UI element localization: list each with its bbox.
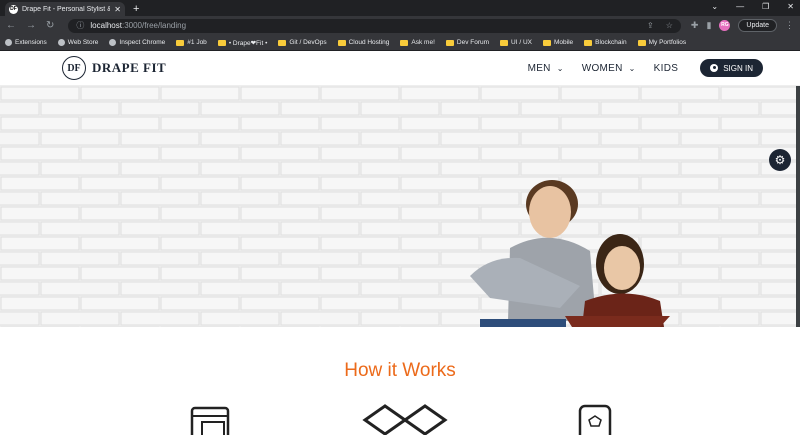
- box-icon: [362, 404, 448, 435]
- globe-icon: [109, 39, 117, 46]
- back-icon[interactable]: ←: [6, 20, 16, 31]
- bookmark-label: Ask me!: [411, 39, 435, 46]
- tab-title: Drape Fit - Personal Stylist & Per: [22, 5, 110, 13]
- bookmark-item[interactable]: Ask me!: [400, 39, 435, 46]
- hero-banner: ⚙: [0, 86, 800, 327]
- logo-text: DRAPE FIT: [92, 60, 167, 75]
- nav-kids[interactable]: KIDS: [654, 63, 679, 74]
- close-tab-icon[interactable]: ✕: [114, 5, 121, 14]
- extensions-puzzle-icon[interactable]: ✚: [691, 20, 699, 31]
- browser-tab-bar: DF Drape Fit - Personal Stylist & Per ✕ …: [0, 0, 800, 16]
- brick-wall-background: [0, 86, 800, 327]
- bookmark-label: Blockchain: [595, 39, 627, 46]
- puzzle-icon: [5, 39, 12, 46]
- collapse-icon[interactable]: ⌄: [711, 2, 718, 11]
- settings-gear-button[interactable]: ⚙: [769, 149, 791, 171]
- bookmark-item[interactable]: Blockchain: [584, 39, 627, 46]
- window-controls: ⌄ — ❐ ✕: [711, 2, 794, 11]
- browser-tab[interactable]: DF Drape Fit - Personal Stylist & Per ✕: [5, 2, 125, 16]
- folder-icon: [500, 39, 509, 46]
- bookmark-label: Web Store: [67, 39, 99, 46]
- user-icon: [710, 64, 719, 72]
- bookmark-item[interactable]: #1 Job: [176, 39, 207, 46]
- update-button[interactable]: Update: [738, 19, 777, 32]
- logo-mark: DF: [62, 56, 86, 80]
- favicon-icon: DF: [9, 4, 18, 14]
- nav-men[interactable]: MEN ⌄: [528, 63, 564, 74]
- page-scrollbar[interactable]: [796, 86, 800, 327]
- info-icon[interactable]: ⓘ: [76, 20, 84, 31]
- url-path: :3000/free/landing: [121, 21, 187, 30]
- bookmark-star-icon[interactable]: ☆: [666, 21, 673, 30]
- site-header: DF DRAPE FIT MEN ⌄ WOMEN ⌄ KIDS SIGN IN: [0, 51, 800, 86]
- bookmark-label: Cloud Hosting: [348, 39, 390, 46]
- folder-icon: [584, 39, 593, 46]
- site-logo[interactable]: DF DRAPE FIT: [62, 56, 166, 80]
- bookmark-label: Extensions: [15, 39, 47, 46]
- share-icon[interactable]: ⇪: [647, 21, 654, 30]
- sign-in-label: SIGN IN: [723, 63, 753, 73]
- mobile-app-icon: [190, 406, 230, 435]
- bookmark-item[interactable]: Git / DevOps: [278, 39, 327, 46]
- new-tab-button[interactable]: +: [133, 2, 139, 16]
- address-bar[interactable]: ⓘ localhost:3000/free/landing ⇪ ☆: [68, 18, 681, 33]
- bookmark-label: My Portfolios: [648, 39, 687, 46]
- phone-clothing-icon: [578, 404, 612, 435]
- side-panel-icon[interactable]: ▮: [706, 20, 711, 31]
- chevron-down-icon: ⌄: [628, 63, 636, 73]
- nav-women[interactable]: WOMEN ⌄: [582, 63, 636, 74]
- minimize-icon[interactable]: —: [736, 2, 744, 11]
- nav-kids-label: KIDS: [653, 62, 679, 74]
- url-host: localhost: [90, 21, 122, 30]
- store-icon: [57, 39, 65, 46]
- bookmark-item[interactable]: Mobile: [543, 39, 573, 46]
- close-window-icon[interactable]: ✕: [787, 2, 794, 11]
- folder-icon: [637, 39, 646, 46]
- how-it-works-title: How it Works: [344, 360, 456, 381]
- reload-icon[interactable]: ↻: [46, 20, 54, 31]
- bookmark-item[interactable]: UI / UX: [500, 39, 532, 46]
- forward-icon[interactable]: →: [26, 20, 36, 31]
- bookmark-item[interactable]: • Drape❤Fit •: [217, 39, 268, 47]
- steps-row: [0, 400, 800, 435]
- bookmark-label: #1 Job: [187, 39, 207, 46]
- bookmarks-bar: Extensions Web Store Inspect Chrome #1 Job •…: [0, 35, 800, 51]
- bookmark-item[interactable]: Web Store: [57, 39, 99, 46]
- maximize-icon[interactable]: ❐: [762, 2, 769, 11]
- menu-kebab-icon[interactable]: ⋮: [785, 20, 794, 31]
- main-nav: MEN ⌄ WOMEN ⌄ KIDS SIGN IN: [528, 59, 763, 77]
- folder-icon: [445, 39, 454, 46]
- folder-icon: [543, 39, 551, 46]
- how-it-works-section: How it Works: [0, 327, 800, 435]
- nav-women-label: WOMEN: [581, 62, 623, 74]
- bookmark-item[interactable]: Extensions: [5, 39, 47, 46]
- bookmark-item[interactable]: Cloud Hosting: [337, 39, 390, 46]
- bookmark-label: Git / DevOps: [289, 39, 327, 46]
- folder-icon: [176, 39, 185, 46]
- profile-avatar[interactable]: RG: [719, 20, 731, 31]
- chevron-down-icon: ⌄: [556, 63, 564, 73]
- bookmark-label: • Drape❤Fit •: [228, 39, 268, 47]
- url-text: localhost:3000/free/landing: [90, 21, 186, 30]
- bookmark-label: UI / UX: [511, 39, 532, 46]
- bookmark-label: Dev Forum: [456, 39, 490, 46]
- bookmark-label: Inspect Chrome: [119, 39, 166, 46]
- folder-icon: [217, 39, 226, 46]
- bookmark-item[interactable]: My Portfolios: [637, 39, 687, 46]
- bookmark-item[interactable]: Inspect Chrome: [109, 39, 165, 46]
- folder-icon: [278, 39, 287, 46]
- folder-icon: [400, 39, 409, 46]
- nav-men-label: MEN: [527, 62, 551, 74]
- browser-toolbar: ← → ↻ ⓘ localhost:3000/free/landing ⇪ ☆ …: [0, 16, 800, 35]
- folder-icon: [337, 39, 346, 46]
- bookmark-item[interactable]: Dev Forum: [445, 39, 490, 46]
- bookmark-label: Mobile: [554, 39, 574, 46]
- sign-in-button[interactable]: SIGN IN: [700, 59, 763, 77]
